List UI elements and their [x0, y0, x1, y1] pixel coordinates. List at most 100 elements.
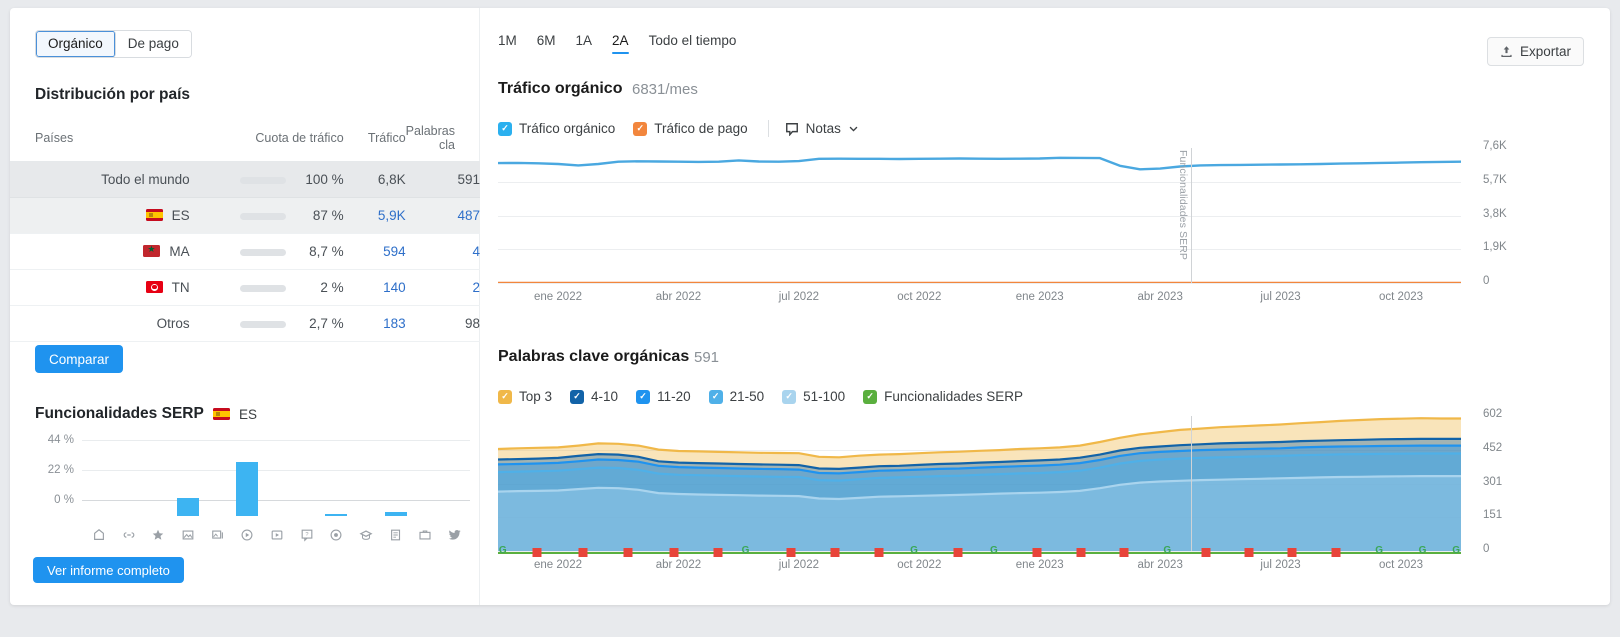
video-carousel-icon[interactable]	[262, 524, 292, 544]
serp-features-title: Funcionalidades SERP	[35, 405, 204, 422]
serp-marker-lost[interactable]	[1287, 548, 1297, 557]
keywords-plot-area[interactable]: 602 452 301 151 0	[498, 408, 1502, 555]
serp-marker-gained[interactable]: G	[910, 546, 918, 556]
keywords-xtick: ene 2023	[1015, 559, 1064, 571]
serp-bar-slot[interactable]	[440, 454, 470, 516]
serp-bar-slot[interactable]	[351, 454, 381, 516]
legend-label-trafico-de-pago: Tráfico de pago	[654, 121, 748, 136]
tab-de-pago[interactable]: De pago	[115, 31, 191, 57]
checkbox-11-20[interactable]	[636, 389, 651, 404]
serp-bar-slot[interactable]	[143, 454, 173, 516]
serp-marker-gained[interactable]: G	[990, 546, 998, 556]
image-carousel-icon[interactable]	[203, 524, 233, 544]
checkbox-21-50[interactable]	[708, 389, 723, 404]
export-button[interactable]: Exportar	[1486, 37, 1584, 66]
featured-snippet-icon[interactable]	[84, 524, 114, 544]
period-tab-1m[interactable]: 1M	[498, 33, 517, 54]
notes-dropdown[interactable]: Notas	[785, 121, 859, 136]
serp-marker-lost[interactable]	[669, 548, 679, 557]
serp-marker-lost[interactable]	[1119, 548, 1129, 557]
cell-country: Otros	[10, 305, 190, 342]
serp-bar-slot[interactable]	[322, 454, 352, 516]
serp-marker-gained[interactable]: G	[742, 546, 750, 556]
serp-marker-gained[interactable]: G	[1163, 546, 1171, 556]
serp-bar-slot[interactable]	[114, 454, 144, 516]
legend-trafico-organico[interactable]: Tráfico orgánico	[498, 121, 615, 136]
traffic-ytick: 1,9K	[1483, 241, 1507, 254]
serp-marker-lost[interactable]	[874, 548, 884, 557]
checkbox-4-10[interactable]	[570, 389, 585, 404]
table-row[interactable]: TN 2 % 140 2	[10, 269, 480, 306]
serp-marker-lost[interactable]	[578, 548, 588, 557]
cell-country: MA	[10, 233, 190, 270]
serp-bar-slot[interactable]	[292, 454, 322, 516]
serp-marker-lost[interactable]	[1331, 548, 1341, 557]
serp-marker-gained[interactable]: G	[1375, 546, 1383, 556]
twitter-icon[interactable]	[440, 524, 470, 544]
legend-label-21-50: 21-50	[729, 389, 765, 404]
table-row[interactable]: Otros 2,7 % 183 98	[10, 305, 480, 342]
faq-icon[interactable]: ?	[292, 524, 322, 544]
serp-marker-lost[interactable]	[1032, 548, 1042, 557]
checkbox-51-100[interactable]	[782, 389, 797, 404]
period-tab-6m[interactable]: 6M	[537, 33, 556, 54]
serp-marker-lost[interactable]	[1201, 548, 1211, 557]
serp-marker-lost[interactable]	[786, 548, 796, 557]
serp-marker-gained[interactable]: G	[1419, 546, 1427, 556]
series-line	[498, 156, 1461, 171]
serp-marker-gained[interactable]: G	[1452, 546, 1460, 556]
legend-4-10[interactable]: 4-10	[570, 389, 618, 404]
serp-bar-slot[interactable]	[203, 454, 233, 516]
serp-marker-lost[interactable]	[830, 548, 840, 557]
legend-funcionalidades-serp[interactable]: Funcionalidades SERP	[863, 389, 1023, 404]
serp-bar-slot[interactable]	[411, 454, 441, 516]
legend-top-3[interactable]: Top 3	[498, 389, 552, 404]
sitelinks-icon[interactable]	[114, 524, 144, 544]
checkbox-funcionalidades-serp[interactable]	[863, 389, 878, 404]
serp-bar-slot[interactable]	[173, 454, 203, 516]
serp-marker-lost[interactable]	[1076, 548, 1086, 557]
period-tab-1a[interactable]: 1A	[576, 33, 593, 54]
serp-marker-lost[interactable]	[713, 548, 723, 557]
gridline	[498, 283, 1461, 284]
serp-marker-lost[interactable]	[623, 548, 633, 557]
related-questions-icon[interactable]	[381, 524, 411, 544]
knowledge-panel-icon[interactable]	[351, 524, 381, 544]
serp-bar-slot[interactable]	[381, 454, 411, 516]
table-row[interactable]: Todo el mundo 100 % 6,8K 591	[10, 161, 480, 198]
legend-51-100[interactable]: 51-100	[782, 389, 845, 404]
period-tab-2a[interactable]: 2A	[612, 33, 629, 54]
local-pack-icon[interactable]	[322, 524, 352, 544]
serp-bar-slot[interactable]	[262, 454, 292, 516]
legend-11-20[interactable]: 11-20	[636, 389, 691, 404]
serp-marker-lost[interactable]	[953, 548, 963, 557]
checkbox-trafico-de-pago[interactable]	[633, 121, 648, 136]
legend-21-50[interactable]: 21-50	[708, 389, 765, 404]
period-tab-todo-el-tiempo[interactable]: Todo el tiempo	[649, 33, 737, 54]
note-icon	[785, 122, 798, 136]
traffic-plot-area[interactable]: 7,6K 5,7K 3,8K 1,9K 0 Funcionalidades SERP	[498, 140, 1507, 287]
serp-bar-slot[interactable]	[84, 454, 114, 516]
compare-button[interactable]: Comparar	[35, 345, 124, 373]
serp-marker-lost[interactable]	[1244, 548, 1254, 557]
serp-bar-slot[interactable]	[232, 454, 262, 516]
traffic-xtick: oct 2022	[897, 291, 942, 303]
traffic-type-toggle[interactable]: Orgánico De pago	[35, 30, 192, 58]
table-row[interactable]: ES 87 % 5,9K 487	[10, 197, 480, 234]
serp-marker-gained[interactable]: G	[499, 546, 507, 556]
serp-marker-lost[interactable]	[532, 548, 542, 557]
cell-traffic: 5,9K	[343, 197, 406, 234]
tab-organico[interactable]: Orgánico	[36, 31, 116, 57]
checkbox-trafico-organico[interactable]	[498, 121, 512, 136]
checkbox-top-3[interactable]	[498, 389, 512, 404]
organic-keywords-chart: 602 452 301 151 0 G G G G G G G G ene 2022 abr 2022 j…	[488, 408, 1598, 588]
reviews-icon[interactable]	[143, 524, 173, 544]
traffic-xtick: jul 2023	[1260, 291, 1301, 303]
video-icon[interactable]	[232, 524, 262, 544]
share-bar-track	[239, 284, 286, 292]
table-row[interactable]: MA 8,7 %5944	[10, 233, 480, 270]
legend-trafico-de-pago[interactable]: Tráfico de pago	[633, 121, 748, 136]
view-full-report-button[interactable]: Ver informe completo	[33, 557, 184, 583]
image-pack-icon[interactable]	[173, 524, 203, 544]
jobs-icon[interactable]	[411, 524, 441, 544]
